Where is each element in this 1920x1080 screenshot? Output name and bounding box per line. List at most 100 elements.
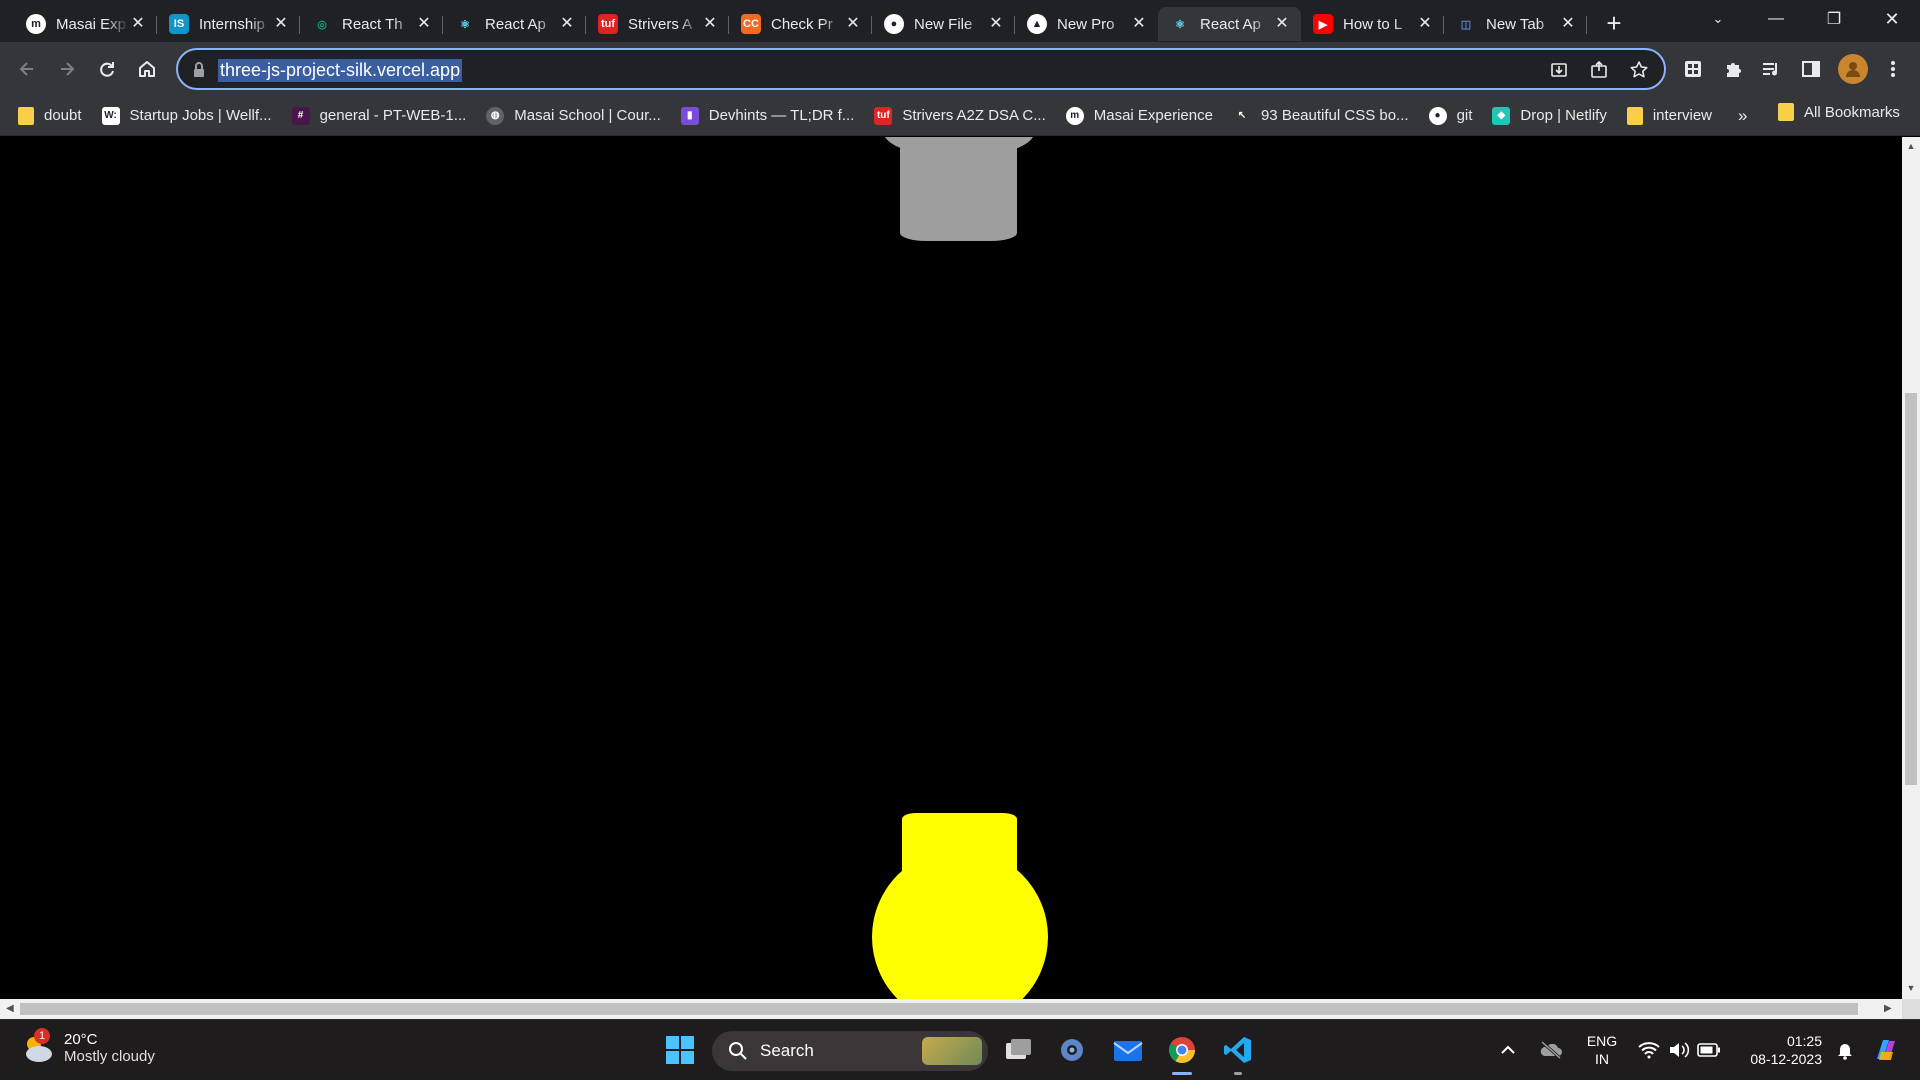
mail-app-button[interactable] [1110, 1032, 1146, 1068]
bookmark-item[interactable]: tuf Strivers A2Z DSA C... [874, 106, 1046, 125]
tab-close-icon[interactable]: ✕ [1130, 15, 1148, 33]
browser-tab[interactable]: m Masai Exp ✕ [14, 7, 157, 41]
close-window-button[interactable]: ✕ [1864, 0, 1920, 38]
tab-close-icon[interactable]: ✕ [844, 15, 862, 33]
chrome-app-button[interactable] [1164, 1032, 1200, 1068]
scroll-up-arrow-icon[interactable]: ▲ [1906, 141, 1916, 151]
cloud-icon: 1 [20, 1028, 56, 1066]
language-indicator[interactable]: ENG IN [1584, 1032, 1620, 1068]
vertical-scroll-thumb[interactable] [1905, 393, 1917, 785]
volume-icon[interactable] [1664, 1032, 1694, 1068]
bookmark-label: Masai Experience [1093, 107, 1213, 124]
newtab-icon: ◫ [1460, 18, 1472, 31]
webgl-canvas[interactable] [0, 137, 1902, 999]
masai-icon: m [1065, 106, 1084, 125]
bookmarks-overflow-button[interactable]: » [1738, 106, 1747, 126]
bookmark-item[interactable]: ◆ Drop | Netlify [1492, 106, 1607, 125]
notification-bell-icon[interactable] [1830, 1032, 1860, 1068]
lock-icon[interactable] [192, 61, 206, 79]
tab-search-chevron-icon[interactable]: ⌄ [1690, 0, 1746, 38]
bookmark-item[interactable]: interview [1626, 106, 1712, 125]
tab-list: m Masai Exp ✕ IS Internship ✕ ◎ React Th ✕ ⚛ React… [14, 1, 1587, 41]
url-text[interactable]: three-js-project-silk.vercel.app [218, 59, 463, 82]
bookmark-item[interactable]: m Masai Experience [1065, 106, 1213, 125]
scroll-down-arrow-icon[interactable]: ▼ [1906, 983, 1916, 993]
tab-close-icon[interactable]: ✕ [701, 15, 719, 33]
extensions-puzzle-icon[interactable] [1720, 56, 1746, 82]
bookmark-item[interactable]: doubt [18, 106, 82, 125]
tab-close-icon[interactable]: ✕ [129, 15, 147, 33]
browser-tab[interactable]: IS Internship ✕ [157, 7, 300, 41]
language-region: IN [1595, 1051, 1609, 1067]
bookmark-label: Devhints — TL;DR f... [708, 107, 855, 124]
folder-icon [18, 106, 34, 125]
forward-button[interactable] [52, 54, 82, 84]
search-highlight-image [922, 1037, 982, 1065]
reload-button[interactable] [92, 54, 122, 84]
browser-tab[interactable]: tuf Strivers A ✕ [586, 7, 729, 41]
bookmark-item[interactable]: ▮ Devhints — TL;DR f... [680, 106, 855, 125]
browser-tab[interactable]: ⚛ React Ap ✕ [443, 7, 586, 41]
browser-tab[interactable]: ⚛ React Ap ✕ [1158, 7, 1301, 41]
new-tab-button[interactable]: + [1597, 7, 1631, 41]
tab-close-icon[interactable]: ✕ [415, 15, 433, 33]
bookmark-item[interactable]: ↖ 93 Beautiful CSS bo... [1232, 106, 1409, 125]
browser-tab[interactable]: ● New File ✕ [872, 7, 1015, 41]
browser-tab[interactable]: ▶ How to L ✕ [1301, 7, 1444, 41]
wellfound-icon: W: [101, 106, 120, 125]
bookmarks-bar: doubt W: Startup Jobs | Wellf... # general -… [0, 96, 1920, 136]
battery-icon[interactable] [1694, 1032, 1724, 1068]
tab-title: Strivers A [628, 15, 693, 33]
bookmark-item[interactable]: # general - PT-WEB-1... [291, 106, 466, 125]
browser-tab[interactable]: CC Check Pr ✕ [729, 7, 872, 41]
browser-tab[interactable]: ◫ New Tab ✕ [1444, 7, 1587, 41]
settings-app-button[interactable] [1054, 1032, 1090, 1068]
tab-close-icon[interactable]: ✕ [1559, 15, 1577, 33]
react-icon: ⚛ [460, 18, 470, 31]
windows-start-button[interactable] [662, 1032, 698, 1068]
scrollbar-corner [1902, 999, 1920, 1019]
browser-tab[interactable]: ▲ New Pro ✕ [1015, 7, 1158, 41]
back-button[interactable] [12, 54, 42, 84]
home-button[interactable] [132, 54, 162, 84]
show-hidden-icons-chevron-icon[interactable] [1496, 1032, 1520, 1068]
chrome-menu-icon[interactable] [1880, 56, 1906, 82]
vscode-app-button[interactable] [1220, 1032, 1256, 1068]
all-bookmarks-button[interactable]: All Bookmarks [1778, 103, 1900, 121]
clock[interactable]: 01:25 08-12-2023 [1736, 1032, 1822, 1068]
extension-grid-icon[interactable] [1680, 56, 1706, 82]
horizontal-scrollbar[interactable]: ◀ ▶ [0, 999, 1902, 1019]
wifi-icon[interactable] [1634, 1032, 1664, 1068]
install-app-icon[interactable] [1548, 59, 1570, 81]
copilot-icon[interactable] [1866, 1032, 1906, 1068]
task-view-button[interactable] [1000, 1032, 1036, 1068]
weather-widget[interactable]: 1 20°C Mostly cloudy [20, 1028, 155, 1066]
home-icon [139, 61, 155, 77]
restore-button[interactable]: ❐ [1806, 0, 1862, 38]
bookmark-item[interactable]: ● git [1428, 106, 1472, 125]
vertical-scrollbar[interactable]: ▲ ▼ [1902, 137, 1920, 999]
profile-avatar[interactable] [1838, 54, 1868, 84]
share-icon[interactable] [1588, 59, 1610, 81]
slack-icon: # [291, 106, 310, 125]
tab-close-icon[interactable]: ✕ [272, 15, 290, 33]
address-bar[interactable]: three-js-project-silk.vercel.app [176, 48, 1666, 90]
taskbar-search-box[interactable]: Search [712, 1031, 988, 1071]
bookmark-item[interactable]: W: Startup Jobs | Wellf... [101, 106, 272, 125]
scroll-right-arrow-icon[interactable]: ▶ [1884, 1003, 1892, 1014]
media-queue-icon[interactable] [1758, 56, 1784, 82]
minimize-button[interactable]: — [1748, 0, 1804, 38]
browser-tab[interactable]: ◎ React Th ✕ [300, 7, 443, 41]
tab-close-icon[interactable]: ✕ [1273, 15, 1291, 33]
tab-close-icon[interactable]: ✕ [558, 15, 576, 33]
scroll-left-arrow-icon[interactable]: ◀ [6, 1003, 14, 1014]
tab-title: Masai Exp [56, 15, 127, 33]
bookmark-item[interactable]: ◍ Masai School | Cour... [486, 106, 661, 125]
horizontal-scroll-thumb[interactable] [20, 1003, 1858, 1015]
tab-close-icon[interactable]: ✕ [1416, 15, 1434, 33]
bookmark-star-icon[interactable] [1628, 59, 1650, 81]
side-panel-icon[interactable] [1798, 56, 1824, 82]
tab-title: How to L [1343, 15, 1403, 33]
tab-close-icon[interactable]: ✕ [987, 15, 1005, 33]
onedrive-off-icon[interactable] [1536, 1032, 1566, 1068]
